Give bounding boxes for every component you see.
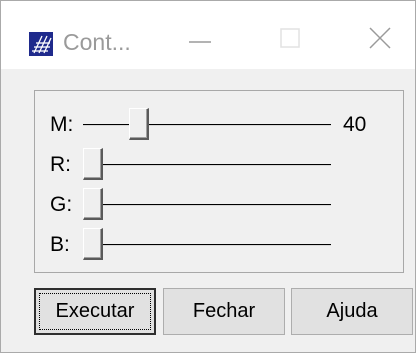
minimize-button[interactable] xyxy=(169,15,231,65)
slider-value-m: 40 xyxy=(343,113,367,136)
slider-track-g[interactable] xyxy=(83,204,331,206)
slider-row-g: G: xyxy=(35,187,405,223)
execute-button[interactable]: Executar xyxy=(34,288,156,335)
slider-row-m: M: 40 xyxy=(35,107,405,143)
dialog-window: Cont... M: 40 R: G: B: Executar Fechar A… xyxy=(0,0,416,353)
slider-label-b: B: xyxy=(50,233,70,256)
slider-thumb-r[interactable] xyxy=(83,148,103,180)
minimize-icon xyxy=(189,31,211,49)
maximize-button[interactable] xyxy=(259,15,321,65)
slider-thumb-b[interactable] xyxy=(83,228,103,260)
slider-row-b: B: xyxy=(35,227,405,263)
rgb-palette-icon xyxy=(28,31,54,57)
close-icon xyxy=(369,26,391,54)
slider-row-r: R: xyxy=(35,147,405,183)
maximize-icon xyxy=(280,27,300,53)
slider-track-m[interactable] xyxy=(83,124,331,126)
color-controls-group: M: 40 R: G: B: xyxy=(34,90,404,273)
slider-track-r[interactable] xyxy=(83,164,331,166)
title-bar[interactable]: Cont... xyxy=(1,1,415,69)
close-dialog-button[interactable]: Fechar xyxy=(163,288,285,335)
slider-label-g: G: xyxy=(50,193,73,216)
slider-thumb-m[interactable] xyxy=(128,108,149,140)
window-title: Cont... xyxy=(63,29,131,55)
close-button[interactable] xyxy=(349,15,411,65)
slider-label-r: R: xyxy=(50,153,71,176)
slider-track-b[interactable] xyxy=(83,244,331,246)
slider-thumb-g[interactable] xyxy=(83,188,103,220)
help-button[interactable]: Ajuda xyxy=(291,288,413,335)
slider-label-m: M: xyxy=(50,113,74,136)
